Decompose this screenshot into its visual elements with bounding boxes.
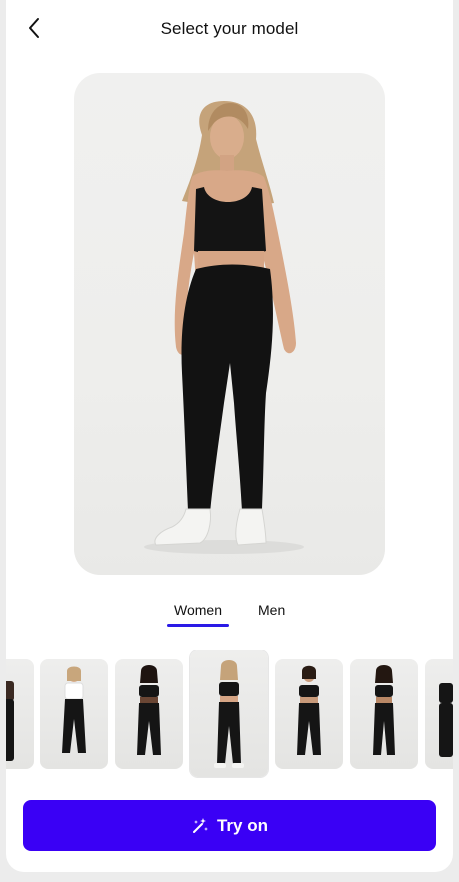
header: Select your model: [6, 0, 453, 60]
tab-women[interactable]: Women: [174, 602, 222, 618]
app-screen: Select your model Women Men Try on: [6, 0, 453, 872]
try-on-button[interactable]: Try on: [23, 800, 436, 851]
page-title: Select your model: [160, 19, 299, 38]
model-thumbnail[interactable]: [6, 659, 34, 769]
model-thumbnail-strip[interactable]: [6, 650, 453, 780]
selected-model-image: [74, 73, 385, 575]
gender-tabs: Women Men: [6, 597, 453, 633]
model-thumbnail[interactable]: [425, 659, 453, 769]
try-on-label: Try on: [216, 815, 268, 835]
model-thumbnail[interactable]: [350, 659, 418, 769]
tab-men[interactable]: Men: [258, 602, 285, 618]
magic-wand-icon: [191, 817, 209, 835]
tab-active-indicator: [167, 624, 229, 627]
model-thumbnail[interactable]: [275, 659, 343, 769]
model-thumbnail-selected[interactable]: [190, 650, 268, 777]
model-thumbnail[interactable]: [40, 659, 108, 769]
model-thumbnail[interactable]: [115, 659, 183, 769]
